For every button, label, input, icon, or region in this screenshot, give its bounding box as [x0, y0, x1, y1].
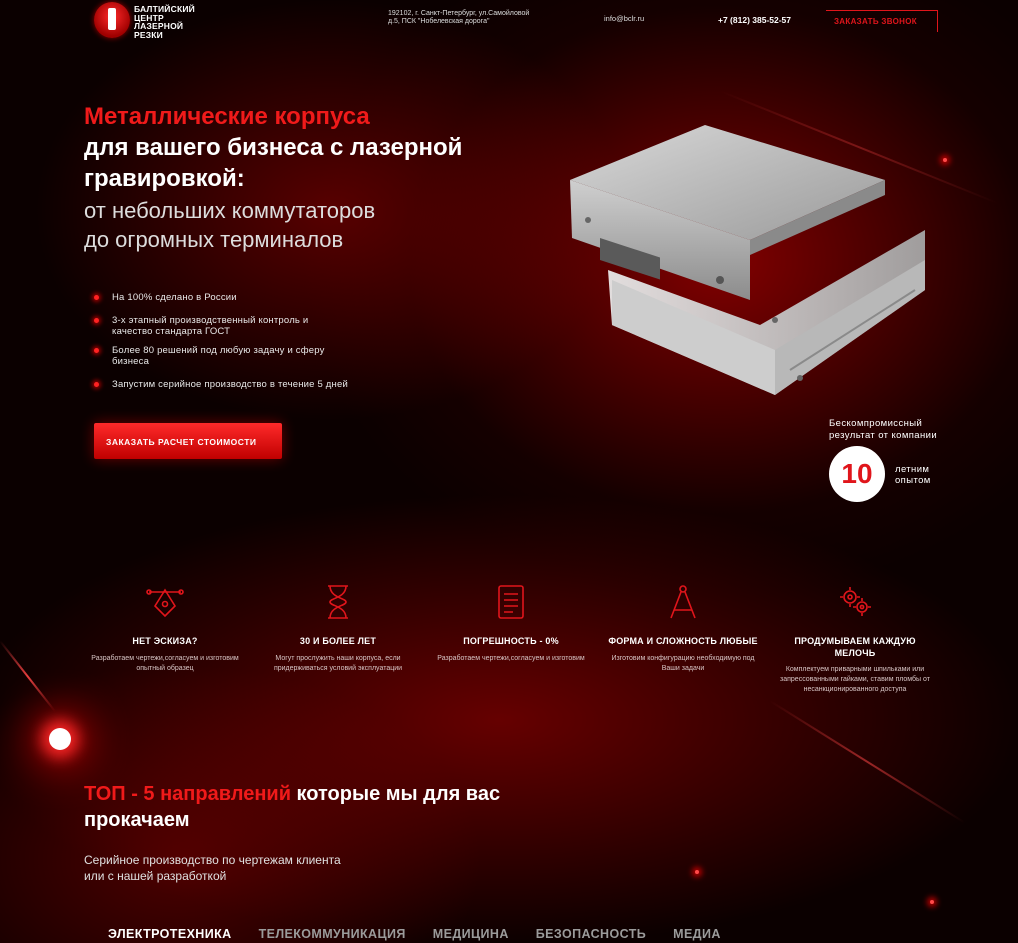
feature-item: 3-х этапный производственный контроль и … — [92, 315, 312, 337]
header-address: 192102, г. Санкт-Петербург, ул.Самойлово… — [388, 10, 568, 26]
address-line: д.5, ПСК "Нобелевская дорога" — [388, 18, 490, 25]
order-estimate-button[interactable]: ЗАКАЗАТЬ РАСЧЕТ СТОИМОСТИ — [94, 423, 282, 459]
request-call-button[interactable]: ЗАКАЗАТЬ ЗВОНОК — [826, 10, 938, 32]
header-phone-link[interactable]: +7 (812) 385-52-57 — [718, 15, 791, 25]
address-line: 192102, г. Санкт-Петербург, ул.Самойлово… — [388, 10, 530, 17]
feature-item: Более 80 решений под любую задачу и сфер… — [92, 345, 362, 367]
advantage-title: ФОРМА И СЛОЖНОСТЬ ЛЮБЫЕ — [608, 636, 758, 646]
top-subtitle-line: Серийное производство по чертежам клиент… — [84, 853, 341, 867]
years-badge: 10 — [829, 446, 885, 502]
advantage-card: НЕТ ЭСКИЗА? Разработаем чертежи,согласуе… — [85, 582, 245, 674]
spark — [695, 870, 699, 874]
hero-title: Металлические корпуса для вашего бизнеса… — [84, 101, 462, 194]
advantage-title: НЕТ ЭСКИЗА? — [132, 636, 198, 646]
compass-icon — [670, 585, 696, 619]
company-logo[interactable]: БАЛТИЙСКИЙ ЦЕНТР ЛАЗЕРНОЙ РЕЗКИ — [94, 2, 214, 40]
top-subtitle-line: или с нашей разработкой — [84, 869, 227, 883]
tab-electrical[interactable]: ЭЛЕКТРОТЕХНИКА — [108, 927, 232, 941]
pen-tool-icon — [146, 588, 184, 618]
tab-medicine[interactable]: МЕДИЦИНА — [433, 927, 509, 941]
hourglass-icon — [328, 585, 348, 619]
directions-tabs: ЭЛЕКТРОТЕХНИКА ТЕЛЕКОММУНИКАЦИЯ МЕДИЦИНА… — [108, 927, 748, 941]
advantage-card: ПОГРЕШНОСТЬ - 0% Разработаем чертежи,сог… — [431, 582, 591, 664]
hero-subtitle-line: от небольших коммутаторов — [84, 198, 376, 223]
document-icon — [498, 585, 524, 619]
tab-security[interactable]: БЕЗОПАСНОСТЬ — [536, 927, 646, 941]
spark — [943, 158, 947, 162]
advantage-card: 30 И БОЛЕЕ ЛЕТ Могут прослужить наши кор… — [258, 582, 418, 674]
hero-title-line: для вашего бизнеса с лазерной — [84, 134, 463, 161]
top-directions-subtitle: Серийное производство по чертежам клиент… — [84, 852, 341, 884]
advantage-desc: Разработаем чертежи,согласуем и изготови… — [437, 654, 585, 662]
advantage-card: ФОРМА И СЛОЖНОСТЬ ЛЮБЫЕ Изготовим конфиг… — [603, 582, 763, 674]
advantage-title: ПРОДУМЫВАЕМ КАЖДУЮ МЕЛОЧЬ — [794, 636, 916, 658]
light-streak — [769, 700, 966, 824]
years-caption-line: опытом — [895, 475, 931, 486]
header-email-link[interactable]: info@bclr.ru — [604, 14, 644, 23]
experience-caption-line: результат от компании — [829, 430, 938, 441]
logo-text: БАЛТИЙСКИЙ ЦЕНТР ЛАЗЕРНОЙ РЕЗКИ — [134, 4, 195, 40]
years-caption: летним опытом — [895, 464, 931, 486]
feature-item: Запустим серийное производство в течение… — [92, 379, 348, 390]
feature-item: На 100% сделано в России — [92, 292, 237, 303]
hero-title-line: гравировкой: — [84, 165, 245, 192]
hero-title-accent: Металлические корпуса — [84, 103, 370, 130]
advantage-card: ПРОДУМЫВАЕМ КАЖДУЮ МЕЛОЧЬ Комплектуем пр… — [775, 582, 935, 695]
experience-caption: Бескомпромиссный результат от компании — [829, 418, 979, 442]
hero-subtitle-line: до огромных терминалов — [84, 227, 344, 252]
advantage-desc: Разработаем чертежи,согласуем и изготови… — [91, 654, 239, 672]
advantage-desc: Комплектуем приварными шпильками или зап… — [780, 666, 930, 693]
glowing-orb — [49, 728, 71, 750]
experience-caption-line: Бескомпромиссный — [829, 418, 923, 429]
tab-telecom[interactable]: ТЕЛЕКОММУНИКАЦИЯ — [259, 927, 406, 941]
hero-subtitle: от небольших коммутаторов до огромных те… — [84, 196, 375, 254]
top-title-accent: ТОП - 5 направлений — [84, 783, 291, 805]
advantage-desc: Могут прослужить наши корпуса, если прид… — [273, 654, 403, 672]
advantage-title: ПОГРЕШНОСТЬ - 0% — [463, 636, 559, 646]
advantage-desc: Изготовим конфигурацию необходимую под В… — [611, 654, 755, 672]
spark — [930, 900, 934, 904]
gears-icon — [840, 587, 871, 616]
light-streak — [0, 640, 57, 713]
advantage-title: 30 И БОЛЕЕ ЛЕТ — [299, 636, 377, 646]
logo-mark-icon — [94, 2, 130, 38]
top-directions-title: ТОП - 5 направлений которые мы для вас п… — [84, 781, 524, 833]
metal-enclosure-image — [570, 125, 925, 395]
years-caption-line: летним — [895, 464, 930, 475]
tab-media[interactable]: МЕДИА — [673, 927, 721, 941]
